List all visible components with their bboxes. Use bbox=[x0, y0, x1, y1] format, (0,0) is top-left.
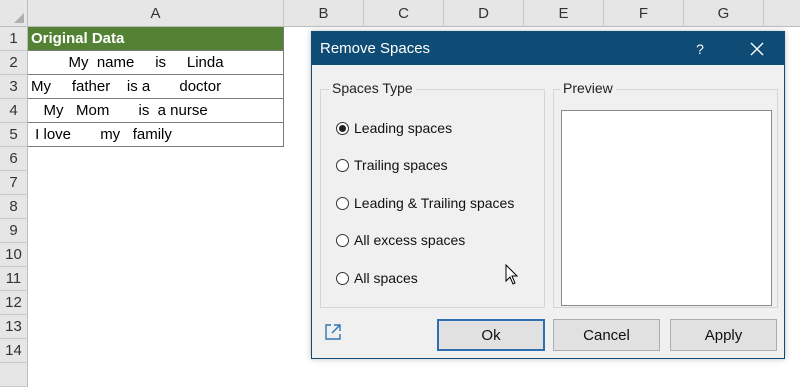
row-header-2[interactable]: 2 bbox=[0, 51, 28, 75]
column-header-a[interactable]: A bbox=[28, 0, 284, 27]
row-header-7[interactable]: 7 bbox=[0, 171, 28, 195]
row-header-8[interactable]: 8 bbox=[0, 195, 28, 219]
radio-unselected-icon[interactable] bbox=[336, 271, 349, 285]
external-link-icon[interactable] bbox=[323, 322, 343, 342]
close-icon[interactable] bbox=[744, 36, 770, 62]
row-header-11[interactable]: 11 bbox=[0, 267, 28, 291]
column-header-e[interactable]: E bbox=[524, 0, 604, 27]
ok-button[interactable]: Ok bbox=[437, 319, 545, 351]
radio-unselected-icon[interactable] bbox=[336, 158, 349, 172]
row-header-6[interactable]: 6 bbox=[0, 147, 28, 171]
cell-a5[interactable]: I love my family bbox=[28, 123, 284, 147]
dialog-title: Remove Spaces bbox=[320, 40, 431, 57]
radio-leading-trailing-spaces[interactable]: Leading & Trailing spaces bbox=[336, 192, 514, 214]
row-header-9[interactable]: 9 bbox=[0, 219, 28, 243]
remove-spaces-dialog: Remove Spaces ? Spaces Type Leading spac… bbox=[311, 31, 785, 359]
row-header-15[interactable] bbox=[0, 363, 28, 387]
radio-all-spaces[interactable]: All spaces bbox=[336, 267, 418, 289]
row-header-13[interactable]: 13 bbox=[0, 315, 28, 339]
radio-label: All spaces bbox=[354, 270, 418, 286]
radio-unselected-icon[interactable] bbox=[336, 196, 349, 210]
column-header-c[interactable]: C bbox=[364, 0, 444, 27]
preview-label: Preview bbox=[560, 80, 616, 96]
row-header-10[interactable]: 10 bbox=[0, 243, 28, 267]
column-header-f[interactable]: F bbox=[604, 0, 684, 27]
preview-group: Preview bbox=[553, 80, 778, 308]
help-button[interactable]: ? bbox=[690, 39, 710, 59]
cell-a1[interactable]: Original Data bbox=[28, 27, 284, 51]
cancel-button[interactable]: Cancel bbox=[553, 319, 660, 351]
row-header-12[interactable]: 12 bbox=[0, 291, 28, 315]
radio-label: Leading & Trailing spaces bbox=[354, 195, 515, 211]
row-header-4[interactable]: 4 bbox=[0, 99, 28, 123]
apply-button[interactable]: Apply bbox=[670, 319, 777, 351]
cell-a2[interactable]: My name is Linda bbox=[28, 51, 284, 75]
cell-a4[interactable]: My Mom is a nurse bbox=[28, 99, 284, 123]
radio-selected-icon[interactable] bbox=[336, 121, 349, 135]
preview-box bbox=[561, 110, 772, 306]
radio-label: Trailing spaces bbox=[354, 157, 448, 173]
row-header-5[interactable]: 5 bbox=[0, 123, 28, 147]
row-header-14[interactable]: 14 bbox=[0, 339, 28, 363]
radio-leading-spaces[interactable]: Leading spaces bbox=[336, 117, 452, 139]
radio-label: Leading spaces bbox=[354, 120, 453, 136]
dialog-titlebar[interactable]: Remove Spaces ? bbox=[312, 32, 784, 65]
column-header-d[interactable]: D bbox=[444, 0, 524, 27]
column-header-g[interactable]: G bbox=[684, 0, 764, 27]
column-header-h[interactable] bbox=[764, 0, 800, 27]
radio-unselected-icon[interactable] bbox=[336, 233, 349, 247]
radio-all-excess-spaces[interactable]: All excess spaces bbox=[336, 229, 465, 251]
select-all-corner[interactable] bbox=[0, 0, 28, 27]
radio-trailing-spaces[interactable]: Trailing spaces bbox=[336, 154, 448, 176]
row-header-3[interactable]: 3 bbox=[0, 75, 28, 99]
column-header-b[interactable]: B bbox=[284, 0, 364, 27]
radio-label: All excess spaces bbox=[354, 232, 466, 248]
spaces-type-label: Spaces Type bbox=[329, 80, 416, 96]
mouse-cursor-icon bbox=[505, 263, 519, 286]
row-header-1[interactable]: 1 bbox=[0, 27, 28, 51]
cell-a3[interactable]: My father is a doctor bbox=[28, 75, 284, 99]
